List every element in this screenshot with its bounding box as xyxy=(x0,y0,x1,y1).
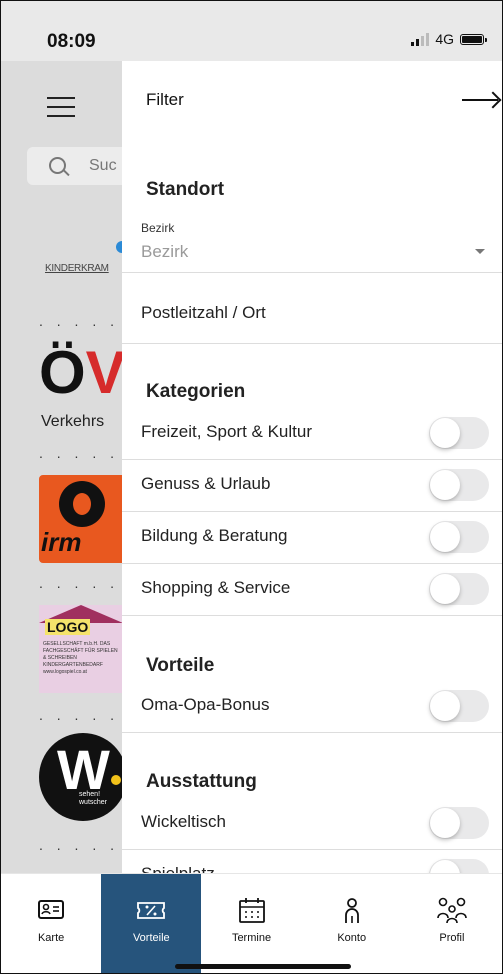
tab-label: Vorteile xyxy=(132,932,170,944)
status-indicators: 4G xyxy=(411,31,487,47)
calendar-icon xyxy=(238,898,265,923)
filter-drawer: Filter Standort Bezirk Bezirk Postleitza… xyxy=(122,61,502,891)
partner-logo-ov[interactable]: ÖV xyxy=(39,343,126,403)
toggle-switch[interactable] xyxy=(429,690,489,722)
filter-row-shopping[interactable]: Shopping & Service xyxy=(122,564,502,616)
phone-screen: 08:09 4G Suc KINDERKRAM . . . . . . ÖV V… xyxy=(0,0,503,974)
bezirk-label: Bezirk xyxy=(141,221,175,235)
hamburger-menu-icon[interactable] xyxy=(47,97,75,124)
divider xyxy=(122,272,502,273)
search-placeholder: Suc xyxy=(89,157,117,174)
filter-row-oma-opa[interactable]: Oma-Opa-Bonus xyxy=(122,681,502,733)
battery-icon xyxy=(460,33,487,45)
filter-label: Bildung & Beratung xyxy=(141,526,288,545)
filter-row-genuss[interactable]: Genuss & Urlaub xyxy=(122,460,502,512)
family-icon xyxy=(437,897,467,924)
partner-kinderkram[interactable]: KINDERKRAM xyxy=(45,263,109,274)
id-card-icon xyxy=(38,900,65,919)
filter-label: Genuss & Urlaub xyxy=(141,474,271,493)
status-bar: 08:09 4G xyxy=(1,1,502,61)
divider xyxy=(122,343,502,344)
filter-label: Oma-Opa-Bonus xyxy=(141,695,270,714)
toggle-switch[interactable] xyxy=(429,469,489,501)
tab-label: Profil xyxy=(439,932,465,944)
tab-termine[interactable]: Termine xyxy=(201,874,301,973)
network-label: 4G xyxy=(435,31,454,47)
section-standort: Standort xyxy=(146,179,225,200)
filter-row-freizeit[interactable]: Freizeit, Sport & Kultur xyxy=(122,408,502,460)
filter-label: Freizeit, Sport & Kultur xyxy=(141,422,313,441)
tab-karte[interactable]: Karte xyxy=(1,874,101,973)
partner-verkehr-label: Verkehrs xyxy=(41,413,105,430)
partner-logo-pink[interactable]: LOGO GESELLSCHAFT m.b.H. DAS FACHGESCHÄF… xyxy=(39,605,123,693)
toggle-switch[interactable] xyxy=(429,521,489,553)
person-icon xyxy=(344,898,359,923)
close-arrow-icon[interactable] xyxy=(462,99,498,101)
tab-label: Karte xyxy=(37,932,65,944)
plz-ort-input[interactable]: Postleitzahl / Ort xyxy=(141,303,266,323)
bottom-tab-bar: Karte Vorteile Termine Konto Profil xyxy=(1,873,502,973)
toggle-switch[interactable] xyxy=(429,807,489,839)
chevron-down-icon[interactable] xyxy=(475,249,485,254)
tab-label: Termine xyxy=(231,932,272,944)
ticket-percent-icon xyxy=(137,902,166,919)
tab-vorteile[interactable]: Vorteile xyxy=(101,874,202,973)
section-kategorien: Kategorien xyxy=(146,381,246,402)
search-icon xyxy=(49,157,66,174)
status-time: 08:09 xyxy=(47,31,96,52)
filter-label: Wickeltisch xyxy=(141,812,227,831)
section-vorteile: Vorteile xyxy=(146,655,215,676)
filter-row-wickeltisch[interactable]: Wickeltisch xyxy=(122,798,502,850)
filter-title: Filter xyxy=(146,90,184,109)
bezirk-select[interactable]: Bezirk xyxy=(141,242,188,262)
tab-label: Konto xyxy=(337,932,367,944)
section-ausstattung: Ausstattung xyxy=(146,771,257,792)
filter-label: Shopping & Service xyxy=(141,578,291,597)
toggle-switch[interactable] xyxy=(429,573,489,605)
signal-icon xyxy=(411,32,430,46)
partner-logo-orange[interactable]: irm xyxy=(39,475,129,563)
tab-profil[interactable]: Profil xyxy=(402,874,502,973)
toggle-switch[interactable] xyxy=(429,417,489,449)
filter-row-bildung[interactable]: Bildung & Beratung xyxy=(122,512,502,564)
tab-konto[interactable]: Konto xyxy=(302,874,402,973)
partner-logo-w[interactable]: W sehen! wutscher xyxy=(39,733,127,821)
home-indicator xyxy=(175,964,351,969)
